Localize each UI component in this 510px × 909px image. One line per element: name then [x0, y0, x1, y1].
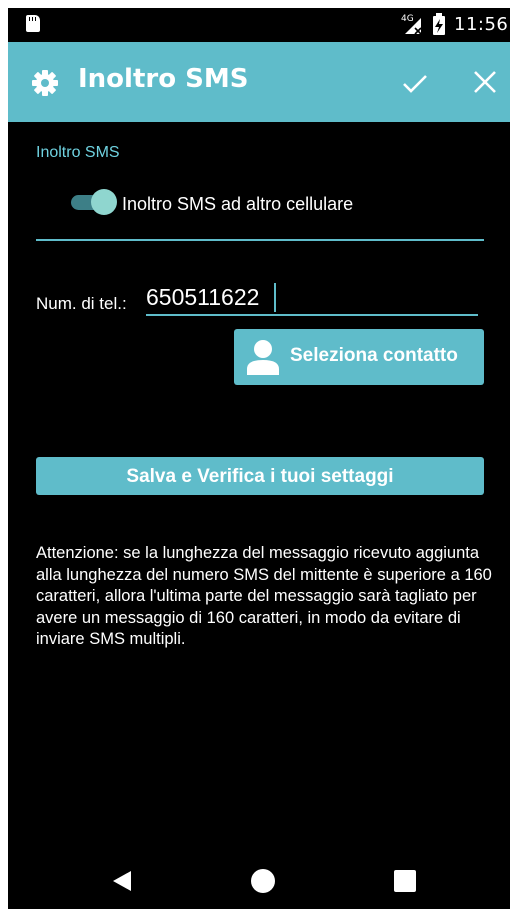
phone-number-label: Num. di tel.: — [36, 294, 127, 313]
section-header: Inoltro SMS — [36, 144, 120, 161]
signal-icon: 4G — [401, 14, 427, 36]
back-icon[interactable] — [112, 870, 132, 892]
save-and-verify-button[interactable]: Salva e Verifica i tuoi settaggi — [36, 457, 484, 495]
battery-charging-icon — [433, 13, 445, 35]
warning-text: Attenzione: se la lunghezza del messaggi… — [36, 544, 492, 648]
navigation-bar — [8, 853, 510, 909]
home-icon[interactable] — [251, 869, 275, 893]
close-icon[interactable] — [472, 69, 498, 95]
person-icon — [246, 339, 280, 375]
phone-screen: 4G 11:56 Inoltro SMS Inoltro SMS Inoltro… — [8, 8, 510, 909]
forward-sms-toggle-label[interactable]: Inoltro SMS ad altro cellulare — [122, 194, 353, 215]
status-bar: 4G 11:56 — [8, 8, 510, 42]
sd-card-icon — [26, 15, 40, 32]
toggle-thumb — [91, 189, 117, 215]
section-divider — [36, 239, 484, 241]
select-contact-label: Seleziona contatto — [290, 345, 458, 366]
gear-icon — [32, 70, 58, 96]
app-bar: Inoltro SMS — [8, 42, 510, 122]
phone-number-input[interactable] — [146, 280, 478, 316]
select-contact-button[interactable]: Seleziona contatto — [234, 329, 484, 385]
recents-icon[interactable] — [394, 870, 416, 892]
app-title: Inoltro SMS — [78, 64, 249, 94]
check-icon[interactable] — [400, 68, 430, 98]
save-and-verify-label: Salva e Verifica i tuoi settaggi — [126, 466, 394, 487]
forward-sms-toggle[interactable] — [71, 189, 119, 215]
text-cursor — [274, 283, 276, 312]
status-clock: 11:56 — [454, 14, 509, 35]
